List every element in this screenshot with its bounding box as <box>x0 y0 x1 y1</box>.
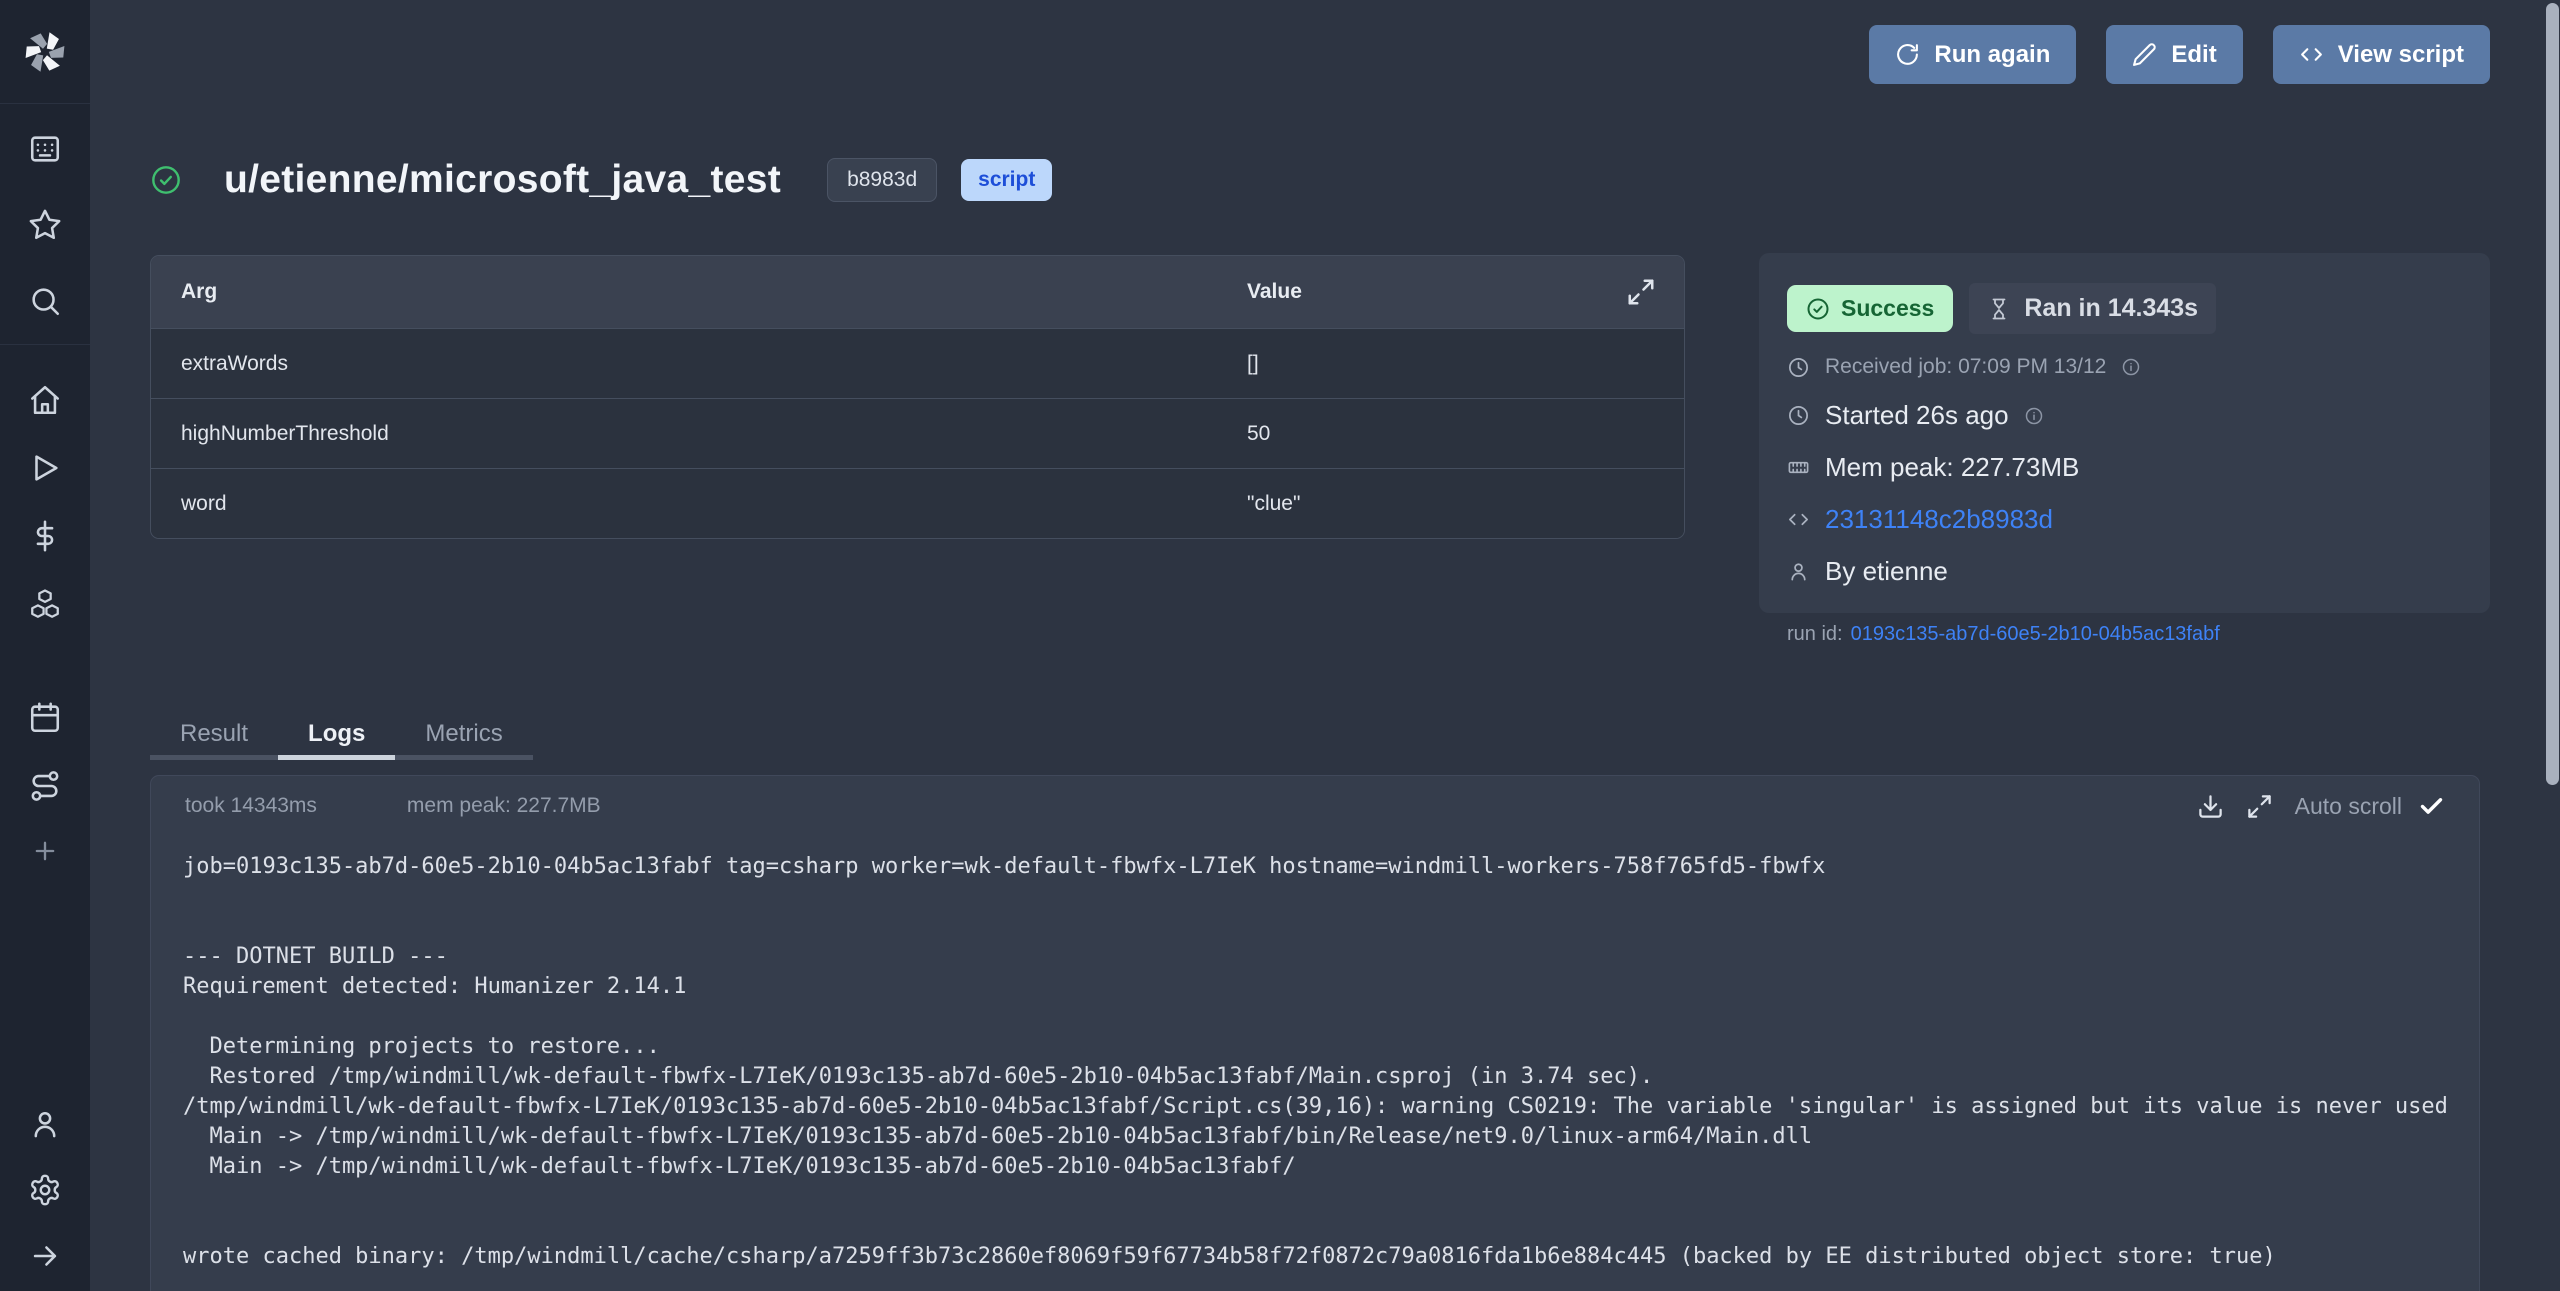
expand-sidebar-icon[interactable] <box>28 1239 62 1273</box>
duration-chip: Ran in 14.343s <box>1969 283 2216 334</box>
value-cell: 50 <box>1247 422 1684 446</box>
script-hash-badge[interactable]: b8983d <box>827 158 937 202</box>
pencil-icon <box>2132 42 2157 67</box>
status-badge: Success <box>1787 285 1953 332</box>
tab-bar: Result Logs Metrics <box>150 712 533 760</box>
refresh-icon <box>1895 42 1920 67</box>
value-cell: "clue" <box>1247 492 1684 516</box>
code-icon <box>1787 508 1810 531</box>
resources-icon[interactable] <box>28 587 62 621</box>
home-icon[interactable] <box>28 383 62 417</box>
windmill-logo[interactable] <box>0 0 90 104</box>
tab-result[interactable]: Result <box>150 712 278 760</box>
workspace-icon[interactable] <box>28 132 62 166</box>
hourglass-icon <box>1987 297 2011 321</box>
args-table-body: extraWords [] highNumberThreshold 50 wor… <box>151 328 1684 538</box>
received-label: Received job: 07:09 PM 13/12 <box>1825 355 2106 379</box>
edit-button[interactable]: Edit <box>2106 25 2242 84</box>
toolbar: Run again Edit View script <box>1869 25 2490 84</box>
page-title: u/etienne/microsoft_java_test <box>224 158 781 202</box>
variables-icon[interactable] <box>28 519 62 553</box>
code-icon <box>2299 42 2324 67</box>
view-script-label: View script <box>2338 41 2464 69</box>
workers-route-icon[interactable] <box>28 769 62 803</box>
arg-cell: extraWords <box>151 352 1247 376</box>
script-hash-row: 23131148c2b8983d <box>1787 504 2462 535</box>
schedules-icon[interactable] <box>28 701 62 735</box>
table-row: word "clue" <box>151 468 1684 538</box>
memory-icon <box>1787 456 1810 479</box>
table-row: extraWords [] <box>151 328 1684 398</box>
add-icon[interactable] <box>31 837 59 865</box>
arg-cell: word <box>151 492 1247 516</box>
auto-scroll-label: Auto scroll <box>2295 793 2402 820</box>
run-again-label: Run again <box>1934 41 2050 69</box>
page-header: u/etienne/microsoft_java_test b8983d scr… <box>150 158 1052 202</box>
main-content: Run again Edit View script u/etienne/mic… <box>90 0 2560 1291</box>
args-table-header: Arg Value <box>151 256 1684 328</box>
sidebar <box>0 0 90 1291</box>
triggered-by-row: By etienne <box>1787 556 2462 587</box>
checkmark-icon <box>2418 793 2445 820</box>
received-row: Received job: 07:09 PM 13/12 <box>1787 355 2462 379</box>
run-again-button[interactable]: Run again <box>1869 25 2076 84</box>
run-id-label: run id: <box>1787 623 1843 645</box>
mem-peak-label: Mem peak: 227.73MB <box>1825 452 2079 483</box>
triggered-by-label: By etienne <box>1825 556 1948 587</box>
table-row: highNumberThreshold 50 <box>151 398 1684 468</box>
log-panel: took 14343ms mem peak: 227.7MB Auto scro… <box>150 775 2480 1291</box>
user-icon[interactable] <box>28 1107 62 1141</box>
value-cell: [] <box>1247 352 1684 376</box>
success-check-icon <box>150 164 182 196</box>
clock-icon <box>1787 356 1810 379</box>
search-icon[interactable] <box>28 284 62 318</box>
job-status-panel: Success Ran in 14.343s Received job: 07:… <box>1759 253 2490 613</box>
run-id-link[interactable]: 0193c135-ab7d-60e5-2b10-04b5ac13fabf <box>1851 623 2220 645</box>
edit-label: Edit <box>2171 41 2216 69</box>
expand-logs-icon[interactable] <box>2246 793 2273 820</box>
started-row: Started 26s ago <box>1787 400 2462 431</box>
args-table: Arg Value extraWords [] highNumberThresh… <box>150 255 1685 539</box>
value-column-header: Value <box>1247 280 1626 304</box>
arg-column-header: Arg <box>151 280 1247 304</box>
arg-cell: highNumberThreshold <box>151 422 1247 446</box>
info-icon[interactable] <box>2024 406 2044 426</box>
settings-gear-icon[interactable] <box>28 1173 62 1207</box>
log-took: took 14343ms <box>185 794 317 818</box>
duration-label: Ran in 14.343s <box>2024 294 2198 323</box>
check-circle-icon <box>1806 297 1830 321</box>
started-label: Started 26s ago <box>1825 400 2009 431</box>
tab-metrics[interactable]: Metrics <box>395 712 532 760</box>
log-panel-header: took 14343ms mem peak: 227.7MB Auto scro… <box>151 776 2479 836</box>
favorites-icon[interactable] <box>28 208 62 242</box>
clock-icon <box>1787 404 1810 427</box>
tab-logs[interactable]: Logs <box>278 712 395 760</box>
expand-args-icon[interactable] <box>1626 277 1656 307</box>
page-scrollbar-thumb[interactable] <box>2546 3 2559 785</box>
user-icon <box>1787 560 1810 583</box>
run-id-row: run id: 0193c135-ab7d-60e5-2b10-04b5ac13f… <box>1787 623 2462 646</box>
log-output[interactable]: job=0193c135-ab7d-60e5-2b10-04b5ac13fabf… <box>183 852 2479 1272</box>
script-hash-link[interactable]: 23131148c2b8983d <box>1825 504 2053 535</box>
view-script-button[interactable]: View script <box>2273 25 2490 84</box>
download-logs-icon[interactable] <box>2197 793 2224 820</box>
script-kind-badge: script <box>961 159 1052 201</box>
log-mem-peak: mem peak: 227.7MB <box>407 794 601 818</box>
auto-scroll-toggle[interactable]: Auto scroll <box>2295 793 2445 820</box>
mem-peak-row: Mem peak: 227.73MB <box>1787 452 2462 483</box>
status-badge-label: Success <box>1841 295 1934 322</box>
info-icon[interactable] <box>2121 357 2141 377</box>
runs-icon[interactable] <box>28 451 62 485</box>
